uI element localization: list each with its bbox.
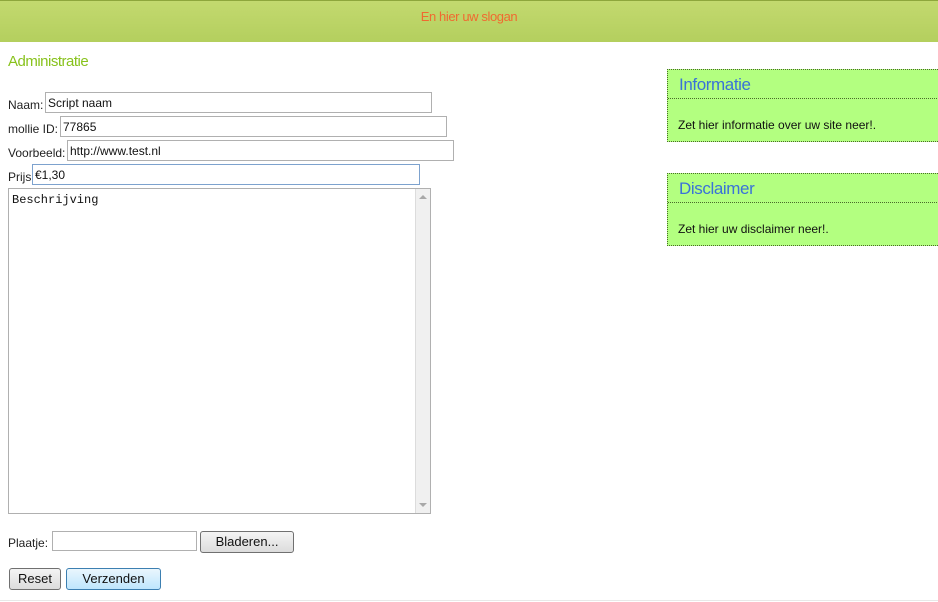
disclaimer-box: Disclaimer Zet hier uw disclaimer neer!. — [667, 173, 938, 246]
naam-label: Naam: — [8, 98, 44, 112]
voorbeeld-input[interactable] — [67, 140, 454, 161]
reset-button[interactable]: Reset — [9, 568, 61, 590]
site-slogan: En hier uw slogan — [420, 9, 518, 24]
beschrijving-textarea[interactable]: Beschrijving — [8, 188, 431, 514]
disclaimer-text: Zet hier uw disclaimer neer!. — [678, 222, 829, 236]
prijs-label: Prijs — [8, 170, 32, 184]
prijs-input[interactable] — [32, 164, 420, 185]
scroll-up-arrow-icon[interactable] — [419, 195, 427, 199]
disclaimer-title: Disclaimer — [668, 174, 938, 203]
page-title: Administratie — [8, 53, 89, 70]
beschrijving-text: Beschrijving — [12, 193, 99, 207]
submit-button[interactable]: Verzenden — [66, 568, 161, 590]
mollie-id-label: mollie ID: — [8, 122, 59, 136]
voorbeeld-label: Voorbeeld: — [8, 146, 66, 160]
mollie-id-input[interactable] — [60, 116, 447, 137]
bottom-divider — [0, 600, 938, 601]
naam-input[interactable] — [45, 92, 432, 113]
plaatje-label: Plaatje: — [8, 536, 49, 550]
informatie-box: Informatie Zet hier informatie over uw s… — [667, 69, 938, 142]
textarea-scrollbar[interactable] — [415, 189, 430, 513]
informatie-text: Zet hier informatie over uw site neer!. — [678, 118, 877, 132]
site-header: En hier uw slogan — [0, 0, 938, 42]
browse-button[interactable]: Bladeren... — [200, 531, 294, 553]
scroll-down-arrow-icon[interactable] — [419, 503, 427, 507]
plaatje-file-input[interactable] — [52, 531, 197, 551]
informatie-title: Informatie — [668, 70, 938, 99]
